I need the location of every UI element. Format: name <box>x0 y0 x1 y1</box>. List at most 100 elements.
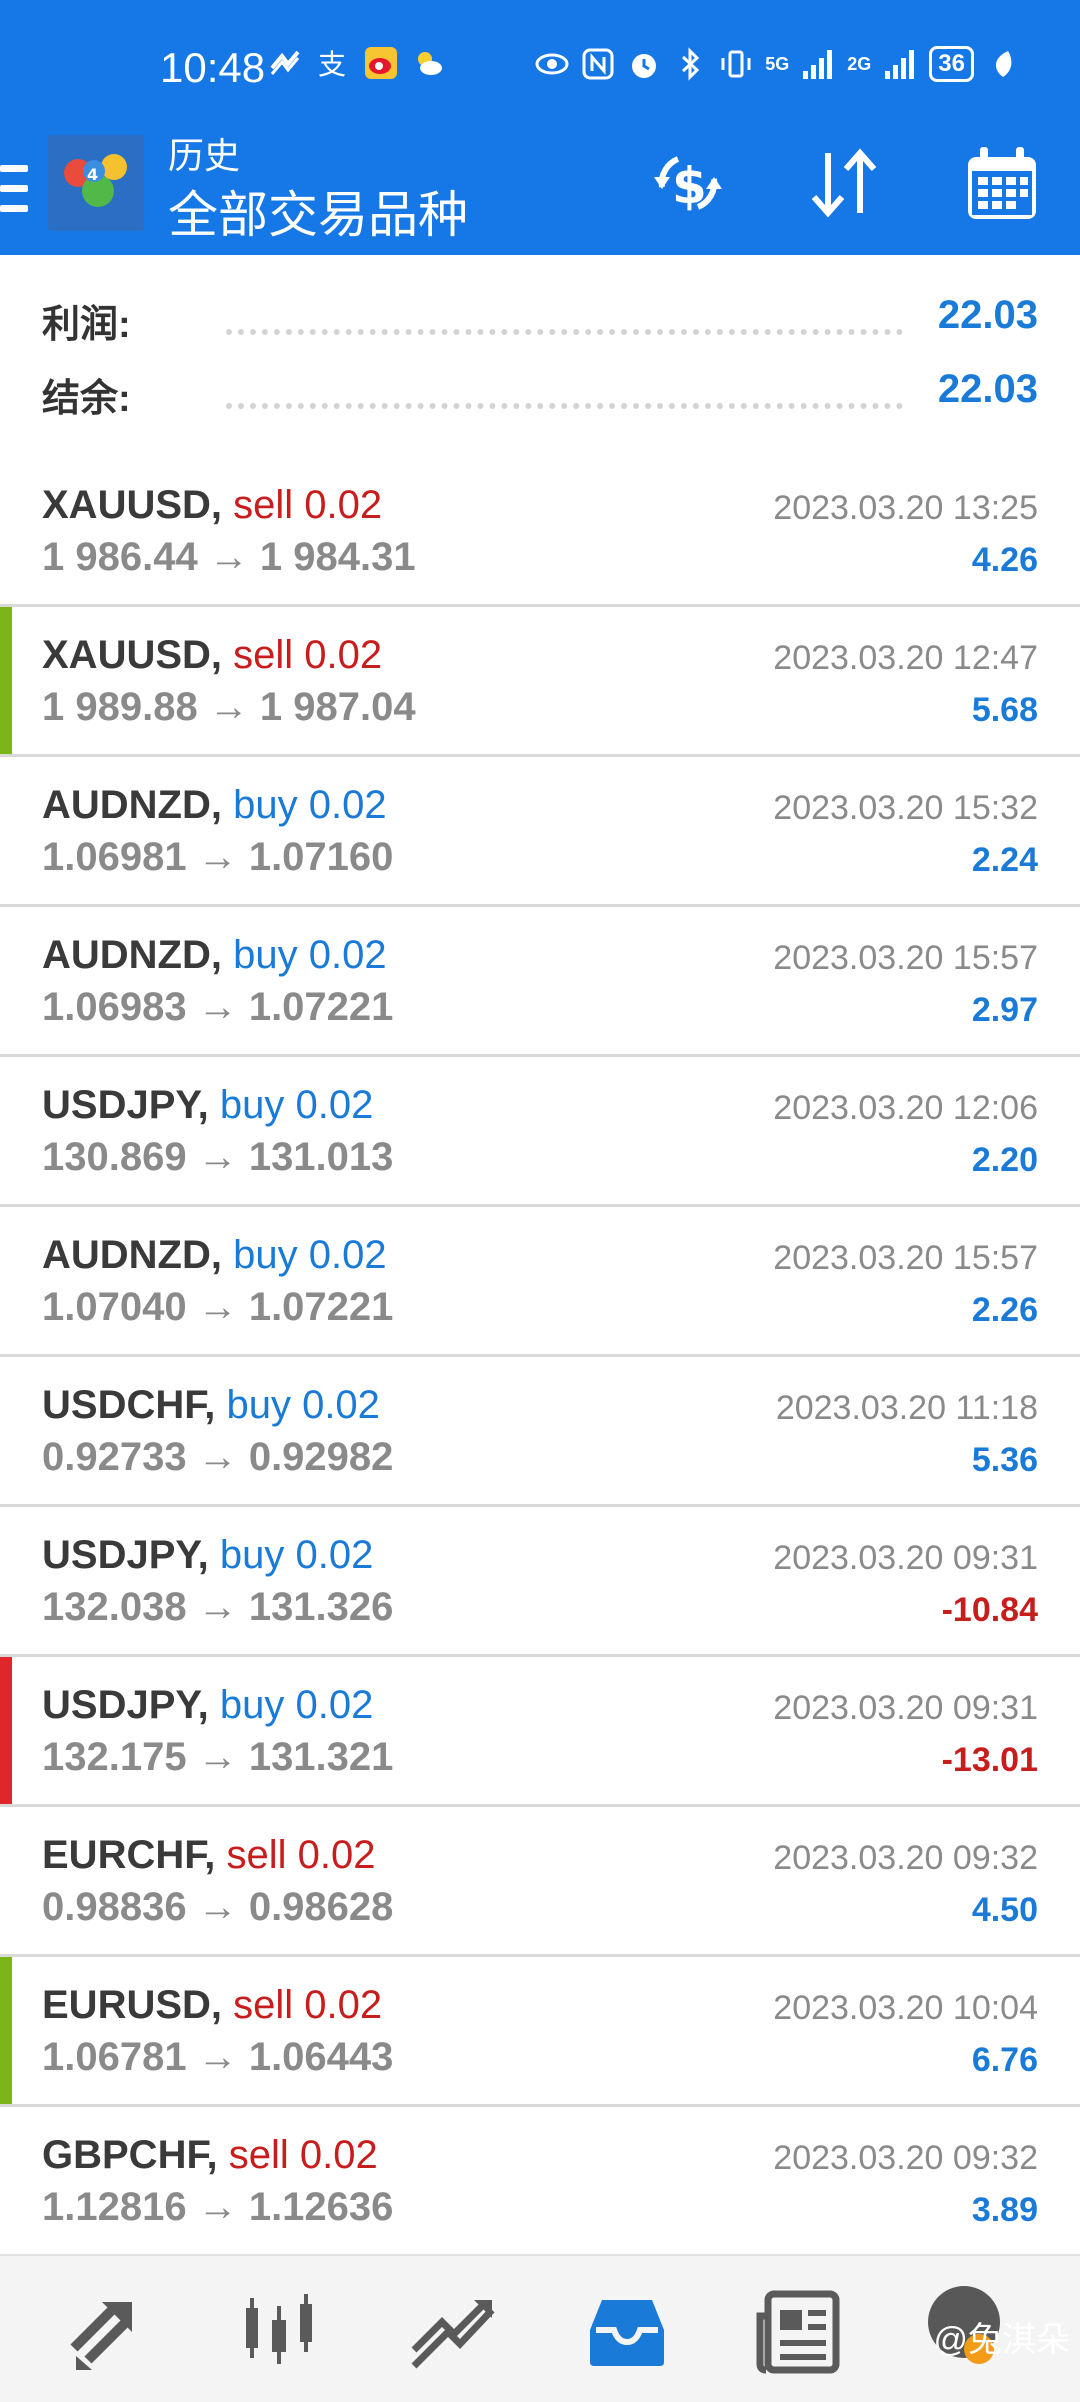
profit-row: 利润: 22.03 <box>42 293 1038 353</box>
currency-exchange-icon[interactable]: $ <box>648 143 728 223</box>
vibrate-icon <box>721 50 751 78</box>
trade-prices: 1.06981 → 1.07160 <box>42 835 394 879</box>
trade-side: buy 0.02 <box>233 1233 387 1277</box>
trade-row[interactable]: XAUUSD, sell 0.02 1 989.88 → 1 987.04 2023… <box>0 607 1080 757</box>
trade-time: 2023.03.20 09:31 <box>773 1689 1038 1727</box>
trade-symbol: GBPCHF, <box>42 2133 218 2177</box>
trade-profit: 4.26 <box>971 541 1038 579</box>
trade-time: 2023.03.20 13:25 <box>773 489 1038 527</box>
alarm-icon <box>632 54 657 78</box>
trade-symbol: XAUUSD, <box>42 483 223 527</box>
balance-label: 结余: <box>42 378 131 420</box>
quotes-icon[interactable] <box>66 2286 156 2376</box>
trade-time: 2023.03.20 15:57 <box>773 1239 1038 1277</box>
trade-side: buy 0.02 <box>219 1083 374 1127</box>
trade-profit: 2.26 <box>971 1291 1038 1329</box>
trade-row[interactable]: AUDNZD, buy 0.02 1.06981 → 1.07160 2023.03… <box>0 757 1080 907</box>
calendar-icon[interactable] <box>962 143 1042 223</box>
trade-prices: 130.869 → 131.013 <box>42 1135 394 1179</box>
profit-value: 22.03 <box>937 293 1038 337</box>
trade-time: 2023.03.20 12:47 <box>773 639 1038 677</box>
trade-side: sell 0.02 <box>233 1983 383 2027</box>
trade-symbol-line: AUDNZD, buy 0.02 <box>42 933 387 978</box>
trade-symbol: AUDNZD, <box>42 783 222 827</box>
sort-icon[interactable] <box>804 143 884 223</box>
history-icon[interactable] <box>582 2286 672 2376</box>
trade-prices: 1.07040 → 1.07221 <box>42 1285 394 1329</box>
news-icon[interactable] <box>754 2286 844 2376</box>
metatrader-logo: 4 <box>48 135 144 231</box>
trade-time: 2023.03.20 10:04 <box>773 1989 1038 2027</box>
trade-prices: 1.12816 → 1.12636 <box>42 2185 394 2229</box>
trade-symbol-line: AUDNZD, buy 0.02 <box>42 1233 387 1278</box>
signal-2g-icon <box>885 50 915 79</box>
trade-row[interactable]: AUDNZD, buy 0.02 1.06983 → 1.07221 2023.03… <box>0 907 1080 1057</box>
status-bar: 10:48 支 5G 2G 36 <box>0 0 1080 135</box>
trade-symbol-line: USDCHF, buy 0.02 <box>42 1383 380 1428</box>
trade-profit: 2.97 <box>971 991 1038 1029</box>
trade-symbol-line: XAUUSD, sell 0.02 <box>42 633 382 678</box>
sim2-label: 2G <box>847 53 872 74</box>
trade-time: 2023.03.20 11:18 <box>775 1389 1038 1427</box>
app-toolbar: 4 历史 全部交易品种 $ <box>0 135 1080 255</box>
dotted-leader <box>226 329 903 335</box>
trade-side: buy 0.02 <box>219 1683 374 1727</box>
trade-symbol-line: EURUSD, sell 0.02 <box>42 1983 382 2028</box>
trade-symbol: USDJPY, <box>42 1083 209 1127</box>
trade-icon[interactable] <box>408 2286 498 2376</box>
trade-row[interactable]: USDCHF, buy 0.02 0.92733 → 0.92982 2023.03… <box>0 1357 1080 1507</box>
trade-row[interactable]: USDJPY, buy 0.02 132.175 → 131.321 2023.03… <box>0 1657 1080 1807</box>
trade-symbol: EURUSD, <box>42 1983 223 2027</box>
trade-side: buy 0.02 <box>226 1383 380 1427</box>
status-right-icons: 5G 2G 36 <box>535 46 1020 82</box>
trade-symbol-line: EURCHF, sell 0.02 <box>42 1833 375 1878</box>
trade-profit: 5.36 <box>971 1441 1038 1479</box>
trade-symbol: USDJPY, <box>42 1683 209 1727</box>
trade-row[interactable]: EURUSD, sell 0.02 1.06781 → 1.06443 2023.0… <box>0 1957 1080 2107</box>
bottom-navigation: @兔淇朵 <box>0 2254 1080 2402</box>
trade-side: sell 0.02 <box>226 1833 376 1877</box>
trade-prices: 132.175 → 131.321 <box>42 1735 394 1779</box>
trade-profit: -10.84 <box>941 1591 1038 1629</box>
trade-profit: -13.01 <box>941 1741 1038 1779</box>
trade-time: 2023.03.20 15:57 <box>773 939 1038 977</box>
balance-value: 22.03 <box>937 367 1038 411</box>
trade-history-list: XAUUSD, sell 0.02 1 986.44 → 1 984.31 2023… <box>0 457 1080 2257</box>
trade-time: 2023.03.20 15:32 <box>773 789 1038 827</box>
trade-symbol-line: USDJPY, buy 0.02 <box>42 1083 373 1128</box>
trade-prices: 1.06983 → 1.07221 <box>42 985 394 1029</box>
svg-text:4: 4 <box>87 165 98 184</box>
trade-row[interactable]: XAUUSD, sell 0.02 1 986.44 → 1 984.31 2023… <box>0 457 1080 607</box>
trade-prices: 1 986.44 → 1 984.31 <box>42 535 416 579</box>
trade-time: 2023.03.20 12:06 <box>773 1089 1038 1127</box>
trade-profit: 6.76 <box>971 2041 1038 2079</box>
trade-row[interactable]: EURCHF, sell 0.02 0.98836 → 0.98628 2023.0… <box>0 1807 1080 1957</box>
trade-symbol-line: GBPCHF, sell 0.02 <box>42 2133 378 2178</box>
trade-row[interactable]: USDJPY, buy 0.02 130.869 → 131.013 2023.03… <box>0 1057 1080 1207</box>
trade-flag-red <box>0 1657 12 1804</box>
trade-profit: 2.20 <box>971 1141 1038 1179</box>
trade-row[interactable]: USDJPY, buy 0.02 132.038 → 131.326 2023.03… <box>0 1507 1080 1657</box>
trade-profit: 5.68 <box>971 691 1038 729</box>
eye-icon <box>535 53 569 75</box>
trade-prices: 1.06781 → 1.06443 <box>42 2035 394 2079</box>
trade-symbol-line: XAUUSD, sell 0.02 <box>42 483 382 528</box>
trade-row[interactable]: AUDNZD, buy 0.02 1.07040 → 1.07221 2023.03… <box>0 1207 1080 1357</box>
chart-icon[interactable] <box>236 2286 326 2376</box>
sim1-label: 5G <box>765 53 790 74</box>
trade-symbol: XAUUSD, <box>42 633 223 677</box>
trade-profit: 3.89 <box>971 2191 1038 2229</box>
trade-side: buy 0.02 <box>219 1533 374 1577</box>
toolbar-title: 全部交易品种 <box>168 187 468 243</box>
trade-flag-green <box>0 607 12 754</box>
menu-icon[interactable] <box>0 165 30 225</box>
trade-row[interactable]: GBPCHF, sell 0.02 1.12816 → 1.12636 2023.0… <box>0 2107 1080 2257</box>
weather-icon <box>418 52 442 75</box>
status-time: 10:48 <box>160 44 266 91</box>
trade-prices: 132.038 → 131.326 <box>42 1585 394 1629</box>
trade-side: sell 0.02 <box>228 2133 378 2177</box>
svg-text:支: 支 <box>318 48 346 80</box>
watermark-text: @兔淇朵 <box>933 2321 1070 2359</box>
dotted-leader <box>226 403 903 409</box>
trade-prices: 0.92733 → 0.92982 <box>42 1435 394 1479</box>
